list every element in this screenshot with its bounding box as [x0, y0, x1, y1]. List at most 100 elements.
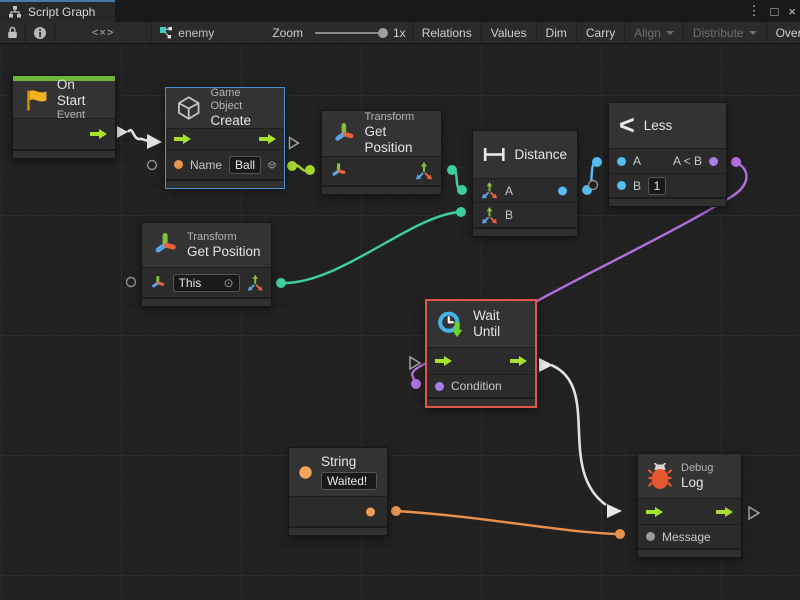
maximize-icon[interactable]: □ — [771, 4, 779, 19]
port-marker-create-name[interactable] — [148, 161, 157, 170]
name-input[interactable]: Ball — [229, 156, 261, 174]
node-string-literal[interactable]: String Waited! — [288, 447, 388, 536]
transform-input-port[interactable] — [150, 274, 166, 292]
port-marker-less-b[interactable] — [589, 181, 598, 190]
dim-button[interactable]: Dim — [537, 22, 577, 44]
target-input[interactable]: This ⊙ — [173, 274, 240, 292]
unity-script-graph-window: Script Graph ⋮ □ × <×> — [0, 0, 800, 600]
vector3-input-port[interactable] — [481, 182, 498, 199]
node-create-gameobject[interactable]: Game Object Create Name Ball — [165, 87, 285, 189]
window-menu-icon[interactable]: ⋮ — [748, 3, 761, 19]
message-input-port[interactable] — [646, 532, 655, 541]
tab-title: Script Graph — [28, 5, 95, 19]
wire-flow-start-head[interactable] — [147, 134, 162, 149]
zoom-slider[interactable] — [315, 32, 383, 34]
node-get-position-bottom[interactable]: Transform Get Position This ⊙ — [141, 222, 272, 307]
less-b-input[interactable]: 1 — [648, 177, 666, 195]
port-marker-create-flow-out[interactable] — [290, 138, 299, 149]
graph-canvas[interactable]: On Start Event Game Object Creat — [0, 44, 800, 600]
distance-icon — [483, 147, 505, 162]
node-header: Game Object Create — [166, 88, 284, 128]
flow-output-port[interactable] — [259, 134, 276, 144]
port-row — [322, 156, 441, 185]
condition-input-port[interactable] — [435, 382, 444, 391]
flow-output-port[interactable] — [90, 129, 107, 139]
string-value-input[interactable]: Waited! — [321, 472, 377, 490]
wire-flow-onstart-create[interactable] — [128, 130, 148, 140]
node-category: Game Object — [210, 87, 274, 113]
close-icon[interactable]: × — [788, 4, 796, 19]
node-header: Distance — [473, 131, 577, 178]
object-picker-icon[interactable]: ⊙ — [223, 275, 233, 291]
wire-flow-wait-tail[interactable] — [539, 358, 553, 372]
node-distance[interactable]: Distance A B — [472, 130, 578, 237]
flag-icon — [23, 87, 48, 113]
vector3-output-port[interactable] — [247, 274, 263, 292]
wire-string-string-debuglog[interactable] — [396, 511, 617, 534]
less-input-b-port[interactable] — [617, 181, 626, 190]
graph-name-label: enemy — [178, 26, 214, 40]
align-dropdown: Align — [625, 22, 684, 44]
node-get-position-top[interactable]: Transform Get Position — [321, 110, 442, 195]
chevron-down-icon — [666, 31, 674, 35]
wire-flow-start-tail[interactable] — [117, 126, 128, 138]
name-port-row: Name Ball — [166, 149, 284, 179]
code-icon: <×> — [64, 27, 142, 39]
node-debug-log[interactable]: Debug Log Message — [637, 453, 742, 558]
wire-flow-wait-head[interactable] — [607, 504, 622, 518]
values-button[interactable]: Values — [482, 22, 537, 44]
flow-output-port[interactable] — [716, 507, 733, 517]
name-input-port[interactable] — [174, 160, 183, 169]
flow-input-port[interactable] — [435, 356, 452, 366]
flow-output-port[interactable] — [510, 356, 527, 366]
graph-breadcrumb[interactable]: enemy — [159, 26, 214, 40]
port-label-b: B — [633, 179, 641, 193]
port-label-a: A — [633, 154, 641, 168]
flow-port-row — [427, 347, 535, 374]
lock-icon — [7, 26, 18, 39]
zoom-label: Zoom — [272, 26, 303, 40]
overview-button[interactable]: Overview — [767, 22, 800, 44]
less-output-port[interactable] — [709, 157, 718, 166]
node-category: Debug — [681, 462, 713, 475]
relations-button[interactable]: Relations — [413, 22, 482, 44]
node-less[interactable]: < Less A A < B B 1 — [608, 102, 727, 207]
name-port-label: Name — [190, 158, 222, 172]
wire-vector-getposition-distance-b[interactable] — [281, 212, 461, 283]
distance-output-port[interactable] — [558, 186, 567, 195]
less-input-a-port[interactable] — [617, 157, 626, 166]
node-title: Wait Until — [473, 308, 525, 340]
zoom-slider-handle[interactable] — [378, 28, 388, 38]
lock-button[interactable] — [0, 22, 26, 44]
code-preview-button[interactable]: <×> — [55, 22, 152, 44]
flow-port-row — [638, 498, 741, 524]
port-row-a: A A < B — [609, 148, 726, 173]
node-header: Transform Get Position — [142, 223, 271, 267]
info-icon — [33, 26, 47, 40]
message-port-row: Message — [638, 524, 741, 548]
tab-script-graph[interactable]: Script Graph — [0, 0, 115, 22]
less-than-icon: < — [619, 112, 635, 139]
port-row-b: B — [473, 202, 577, 227]
node-header: Debug Log — [638, 454, 741, 498]
cube-icon — [176, 95, 201, 121]
info-button[interactable] — [26, 22, 55, 44]
string-output-port[interactable] — [366, 507, 375, 516]
node-footer — [473, 227, 577, 236]
flow-input-port[interactable] — [646, 507, 663, 517]
port-marker-getposition-target[interactable] — [127, 278, 136, 287]
flow-input-port[interactable] — [174, 134, 191, 144]
node-wait-until[interactable]: Wait Until Condition — [425, 299, 537, 408]
wait-clock-icon — [437, 309, 464, 340]
vector3-input-port[interactable] — [481, 207, 498, 224]
port-marker-debug-flow-out[interactable] — [749, 507, 759, 519]
node-header: < Less — [609, 103, 726, 148]
transform-input-port[interactable] — [330, 162, 347, 180]
node-on-start-event[interactable]: On Start Event — [12, 75, 116, 159]
carry-button[interactable]: Carry — [577, 22, 625, 44]
vector3-output-port[interactable] — [415, 162, 433, 180]
node-header: Transform Get Position — [322, 111, 441, 156]
zoom-value: 1x — [393, 26, 406, 40]
wire-flow-waituntil-debuglog[interactable] — [551, 365, 606, 505]
node-category: Transform — [187, 231, 261, 244]
